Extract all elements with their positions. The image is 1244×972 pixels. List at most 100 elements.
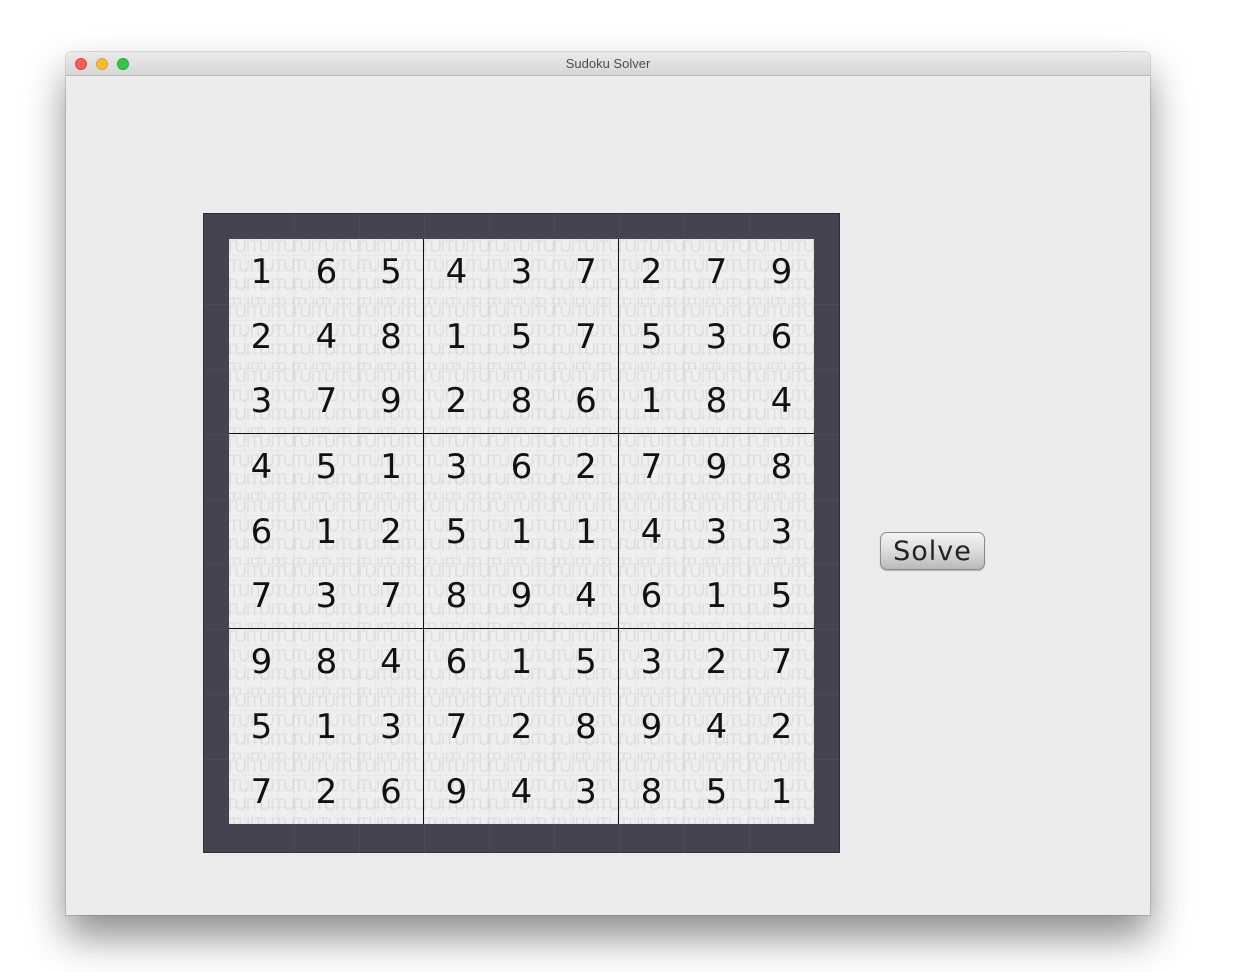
sudoku-cell[interactable]: TUITUITU ITUITUTU TUITUITU ITUITUTU 5 <box>554 629 619 694</box>
sudoku-cell[interactable]: TUITUITU ITUITUTU TUITUITU ITUITUTU 6 <box>229 499 294 564</box>
sudoku-cell[interactable]: TUITUITU ITUITUTU TUITUITU ITUITUTU 9 <box>229 629 294 694</box>
sudoku-cell[interactable]: TUITUITU ITUITUTU TUITUITU ITUITUTU 1 <box>684 564 749 629</box>
sudoku-cell[interactable]: TUITUITU ITUITUTU TUITUITU ITUITUTU 8 <box>619 759 684 824</box>
sudoku-cell[interactable]: TUITUITU ITUITUTU TUITUITU ITUITUTU 7 <box>294 369 359 434</box>
sudoku-cell[interactable]: TUITUITU ITUITUTU TUITUITU ITUITUTU 7 <box>424 694 489 759</box>
sudoku-cell[interactable]: TUITUITU ITUITUTU TUITUITU ITUITUTU 7 <box>359 564 424 629</box>
sudoku-cell[interactable]: TUITUITU ITUITUTU TUITUITU ITUITUTU 8 <box>489 369 554 434</box>
sudoku-cell[interactable]: TUITUITU ITUITUTU TUITUITU ITUITUTU 7 <box>554 239 619 304</box>
sudoku-cell[interactable]: TUITUITU ITUITUTU TUITUITU ITUITUTU 2 <box>749 694 814 759</box>
sudoku-cell[interactable]: TUITUITU ITUITUTU TUITUITU ITUITUTU 9 <box>424 759 489 824</box>
sudoku-cell[interactable]: TUITUITU ITUITUTU TUITUITU ITUITUTU 4 <box>229 434 294 499</box>
sudoku-cell[interactable]: TUITUITU ITUITUTU TUITUITU ITUITUTU 8 <box>554 694 619 759</box>
sudoku-cell[interactable]: TUITUITU ITUITUTU TUITUITU ITUITUTU 3 <box>684 304 749 369</box>
sudoku-cell[interactable]: TUITUITU ITUITUTU TUITUITU ITUITUTU 4 <box>294 304 359 369</box>
sudoku-cell[interactable]: TUITUITU ITUITUTU TUITUITU ITUITUTU 3 <box>619 629 684 694</box>
sudoku-cell[interactable]: TUITUITU ITUITUTU TUITUITU ITUITUTU 2 <box>229 304 294 369</box>
sudoku-cell[interactable]: TUITUITU ITUITUTU TUITUITU ITUITUTU 1 <box>359 434 424 499</box>
sudoku-cell[interactable]: TUITUITU ITUITUTU TUITUITU ITUITUTU 3 <box>424 434 489 499</box>
sudoku-cell[interactable]: TUITUITU ITUITUTU TUITUITU ITUITUTU 8 <box>749 434 814 499</box>
sudoku-cell[interactable]: TUITUITU ITUITUTU TUITUITU ITUITUTU 5 <box>489 304 554 369</box>
sudoku-cell[interactable]: TUITUITU ITUITUTU TUITUITU ITUITUTU 3 <box>684 499 749 564</box>
sudoku-cell[interactable]: TUITUITU ITUITUTU TUITUITU ITUITUTU 3 <box>489 239 554 304</box>
sudoku-cell[interactable]: TUITUITU ITUITUTU TUITUITU ITUITUTU 5 <box>619 304 684 369</box>
sudoku-cell[interactable]: TUITUITU ITUITUTU TUITUITU ITUITUTU 2 <box>489 694 554 759</box>
cell-value: 4 <box>250 446 273 487</box>
sudoku-cell[interactable]: TUITUITU ITUITUTU TUITUITU ITUITUTU 1 <box>749 759 814 824</box>
cell-value: 1 <box>510 641 533 682</box>
sudoku-cell[interactable]: TUITUITU ITUITUTU TUITUITU ITUITUTU 6 <box>554 369 619 434</box>
sudoku-cell[interactable]: TUITUITU ITUITUTU TUITUITU ITUITUTU 1 <box>554 499 619 564</box>
sudoku-cell[interactable]: TUITUITU ITUITUTU TUITUITU ITUITUTU 5 <box>684 759 749 824</box>
sudoku-cell[interactable]: TUITUITU ITUITUTU TUITUITU ITUITUTU 5 <box>294 434 359 499</box>
frame-stripe <box>203 629 840 630</box>
sudoku-cell[interactable]: TUITUITU ITUITUTU TUITUITU ITUITUTU 1 <box>294 694 359 759</box>
cell-value: 7 <box>380 576 402 616</box>
frame-stripe <box>749 213 750 853</box>
sudoku-cell[interactable]: TUITUITU ITUITUTU TUITUITU ITUITUTU 9 <box>684 434 749 499</box>
sudoku-cell[interactable]: TUITUITU ITUITUTU TUITUITU ITUITUTU 5 <box>359 239 424 304</box>
sudoku-cell[interactable]: TUITUITU ITUITUTU TUITUITU ITUITUTU 3 <box>554 759 619 824</box>
cell-value: 7 <box>250 771 273 812</box>
sudoku-cell[interactable]: TUITUITU ITUITUTU TUITUITU ITUITUTU 2 <box>619 239 684 304</box>
sudoku-cell[interactable]: TUITUITU ITUITUTU TUITUITU ITUITUTU 7 <box>554 304 619 369</box>
cell-value: 3 <box>705 316 728 357</box>
sudoku-cell[interactable]: TUITUITU ITUITUTU TUITUITU ITUITUTU 6 <box>619 564 684 629</box>
sudoku-cell[interactable]: TUITUITU ITUITUTU TUITUITU ITUITUTU 8 <box>294 629 359 694</box>
solve-button[interactable]: Solve <box>880 532 985 570</box>
sudoku-cell[interactable]: TUITUITU ITUITUTU TUITUITU ITUITUTU 2 <box>359 499 424 564</box>
sudoku-cell[interactable]: TUITUITU ITUITUTU TUITUITU ITUITUTU 5 <box>229 694 294 759</box>
cell-value: 4 <box>445 251 468 292</box>
frame-stripe <box>203 564 840 565</box>
sudoku-cell[interactable]: TUITUITU ITUITUTU TUITUITU ITUITUTU 3 <box>229 369 294 434</box>
sudoku-cell[interactable]: TUITUITU ITUITUTU TUITUITU ITUITUTU 1 <box>424 304 489 369</box>
sudoku-cell[interactable]: TUITUITU ITUITUTU TUITUITU ITUITUTU 2 <box>424 369 489 434</box>
cell-value: 1 <box>445 316 468 357</box>
sudoku-cell[interactable]: TUITUITU ITUITUTU TUITUITU ITUITUTU 1 <box>489 499 554 564</box>
sudoku-cell[interactable]: TUITUITU ITUITUTU TUITUITU ITUITUTU 4 <box>554 564 619 629</box>
sudoku-cell[interactable]: TUITUITU ITUITUTU TUITUITU ITUITUTU 4 <box>619 499 684 564</box>
sudoku-cell[interactable]: TUITUITU ITUITUTU TUITUITU ITUITUTU 6 <box>294 239 359 304</box>
sudoku-cell[interactable]: TUITUITU ITUITUTU TUITUITU ITUITUTU 3 <box>294 564 359 629</box>
cell-value: 7 <box>575 316 597 357</box>
cell-value: 2 <box>445 381 468 421</box>
sudoku-cell[interactable]: TUITUITU ITUITUTU TUITUITU ITUITUTU 5 <box>424 499 489 564</box>
sudoku-cell[interactable]: TUITUITU ITUITUTU TUITUITU ITUITUTU 6 <box>749 304 814 369</box>
cell-value: 7 <box>315 381 338 421</box>
title-bar[interactable]: Sudoku Solver <box>66 52 1150 76</box>
sudoku-cell[interactable]: TUITUITU ITUITUTU TUITUITU ITUITUTU 1 <box>619 369 684 434</box>
sudoku-cell[interactable]: TUITUITU ITUITUTU TUITUITU ITUITUTU 7 <box>684 239 749 304</box>
sudoku-cell[interactable]: TUITUITU ITUITUTU TUITUITU ITUITUTU 7 <box>749 629 814 694</box>
sudoku-cell[interactable]: TUITUITU ITUITUTU TUITUITU ITUITUTU 2 <box>684 629 749 694</box>
sudoku-cell[interactable]: TUITUITU ITUITUTU TUITUITU ITUITUTU 4 <box>749 369 814 434</box>
frame-stripe <box>203 304 840 305</box>
sudoku-cell[interactable]: TUITUITU ITUITUTU TUITUITU ITUITUTU 4 <box>684 694 749 759</box>
sudoku-cell[interactable]: TUITUITU ITUITUTU TUITUITU ITUITUTU 6 <box>489 434 554 499</box>
sudoku-cell[interactable]: TUITUITU ITUITUTU TUITUITU ITUITUTU 9 <box>489 564 554 629</box>
sudoku-cell[interactable]: TUITUITU ITUITUTU TUITUITU ITUITUTU 4 <box>424 239 489 304</box>
sudoku-cell[interactable]: TUITUITU ITUITUTU TUITUITU ITUITUTU 7 <box>229 759 294 824</box>
sudoku-cell[interactable]: TUITUITU ITUITUTU TUITUITU ITUITUTU 2 <box>294 759 359 824</box>
sudoku-cell[interactable]: TUITUITU ITUITUTU TUITUITU ITUITUTU 4 <box>359 629 424 694</box>
cell-value: 1 <box>575 511 597 552</box>
sudoku-cell[interactable]: TUITUITU ITUITUTU TUITUITU ITUITUTU 8 <box>684 369 749 434</box>
sudoku-cell[interactable]: TUITUITU ITUITUTU TUITUITU ITUITUTU 5 <box>749 564 814 629</box>
sudoku-cell[interactable]: TUITUITU ITUITUTU TUITUITU ITUITUTU 6 <box>359 759 424 824</box>
app-window: Sudoku Solver TUITUITU ITUITUTU TUITUITU… <box>66 52 1150 915</box>
sudoku-cell[interactable]: TUITUITU ITUITUTU TUITUITU ITUITUTU 2 <box>554 434 619 499</box>
sudoku-cell[interactable]: TUITUITU ITUITUTU TUITUITU ITUITUTU 9 <box>749 239 814 304</box>
sudoku-cell[interactable]: TUITUITU ITUITUTU TUITUITU ITUITUTU 8 <box>424 564 489 629</box>
sudoku-cell[interactable]: TUITUITU ITUITUTU TUITUITU ITUITUTU 6 <box>424 629 489 694</box>
sudoku-cell[interactable]: TUITUITU ITUITUTU TUITUITU ITUITUTU 3 <box>749 499 814 564</box>
sudoku-cell[interactable]: TUITUITU ITUITUTU TUITUITU ITUITUTU 1 <box>294 499 359 564</box>
sudoku-cell[interactable]: TUITUITU ITUITUTU TUITUITU ITUITUTU 8 <box>359 304 424 369</box>
sudoku-cell[interactable]: TUITUITU ITUITUTU TUITUITU ITUITUTU 9 <box>619 694 684 759</box>
sudoku-cell[interactable]: TUITUITU ITUITUTU TUITUITU ITUITUTU 3 <box>359 694 424 759</box>
sudoku-cell[interactable]: TUITUITU ITUITUTU TUITUITU ITUITUTU 9 <box>359 369 424 434</box>
sudoku-cell[interactable]: TUITUITU ITUITUTU TUITUITU ITUITUTU 1 <box>229 239 294 304</box>
sudoku-cell[interactable]: TUITUITU ITUITUTU TUITUITU ITUITUTU 4 <box>489 759 554 824</box>
sudoku-cell[interactable]: TUITUITU ITUITUTU TUITUITU ITUITUTU 1 <box>489 629 554 694</box>
sudoku-cell[interactable]: TUITUITU ITUITUTU TUITUITU ITUITUTU 7 <box>619 434 684 499</box>
sudoku-cell[interactable]: TUITUITU ITUITUTU TUITUITU ITUITUTU 7 <box>229 564 294 629</box>
cell-value: 1 <box>510 511 533 552</box>
